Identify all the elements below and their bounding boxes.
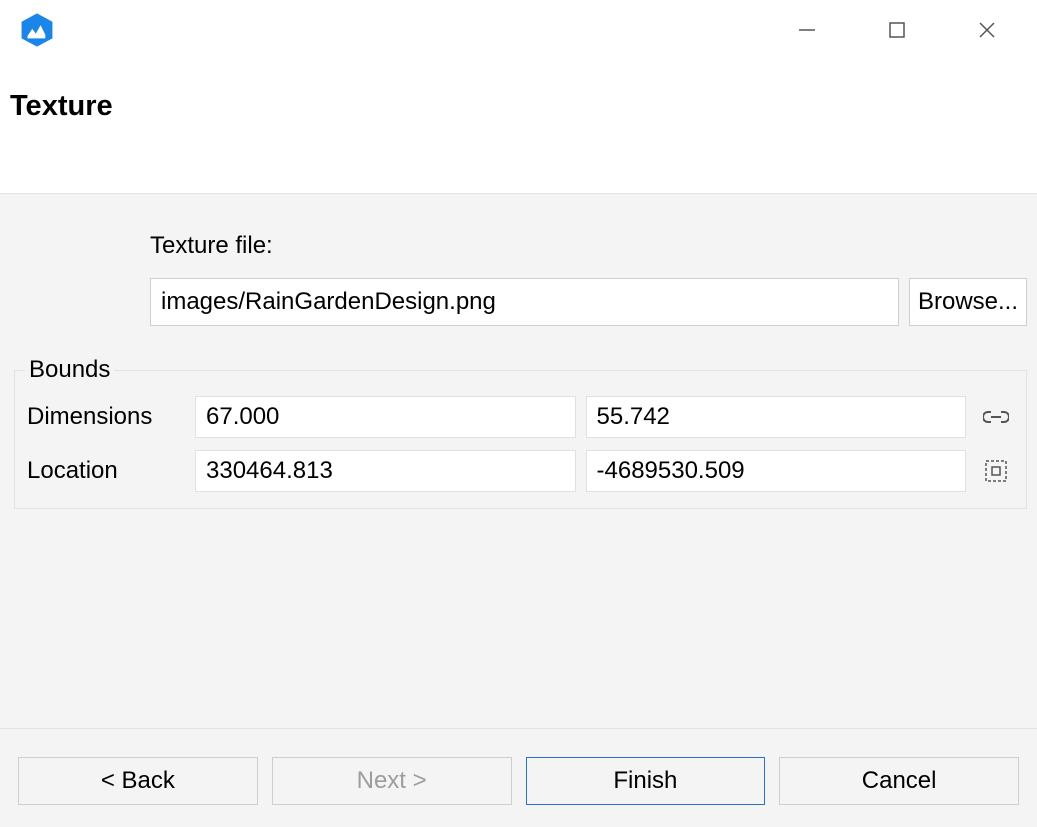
texture-file-label: Texture file: bbox=[150, 232, 1027, 260]
bounds-legend: Bounds bbox=[25, 356, 114, 384]
dimensions-width-input[interactable] bbox=[195, 396, 576, 438]
dimensions-height-input[interactable] bbox=[586, 396, 967, 438]
location-x-input[interactable] bbox=[195, 450, 576, 492]
maximize-button[interactable] bbox=[882, 15, 912, 45]
dimensions-label: Dimensions bbox=[25, 403, 185, 431]
titlebar bbox=[0, 0, 1037, 60]
dimensions-row: Dimensions bbox=[25, 396, 1016, 438]
header: Texture bbox=[0, 60, 1037, 193]
finish-button[interactable]: Finish bbox=[526, 757, 766, 805]
texture-file-input[interactable] bbox=[150, 278, 899, 326]
bounds-fieldset: Bounds Dimensions Location bbox=[14, 356, 1027, 509]
location-row: Location bbox=[25, 450, 1016, 492]
location-label: Location bbox=[25, 457, 185, 485]
location-y-input[interactable] bbox=[586, 450, 967, 492]
cancel-button[interactable]: Cancel bbox=[779, 757, 1019, 805]
link-icon[interactable] bbox=[976, 409, 1016, 425]
app-icon bbox=[18, 11, 56, 49]
texture-file-row: Browse... bbox=[150, 278, 1027, 326]
minimize-button[interactable] bbox=[792, 15, 822, 45]
next-button: Next > bbox=[272, 757, 512, 805]
browse-button[interactable]: Browse... bbox=[909, 278, 1027, 326]
body: Texture file: Browse... Bounds Dimension… bbox=[0, 194, 1037, 728]
selection-icon[interactable] bbox=[976, 458, 1016, 484]
window-controls bbox=[792, 15, 1002, 45]
page-title: Texture bbox=[10, 90, 1027, 123]
close-button[interactable] bbox=[972, 15, 1002, 45]
footer: < Back Next > Finish Cancel bbox=[0, 728, 1037, 827]
back-button[interactable]: < Back bbox=[18, 757, 258, 805]
